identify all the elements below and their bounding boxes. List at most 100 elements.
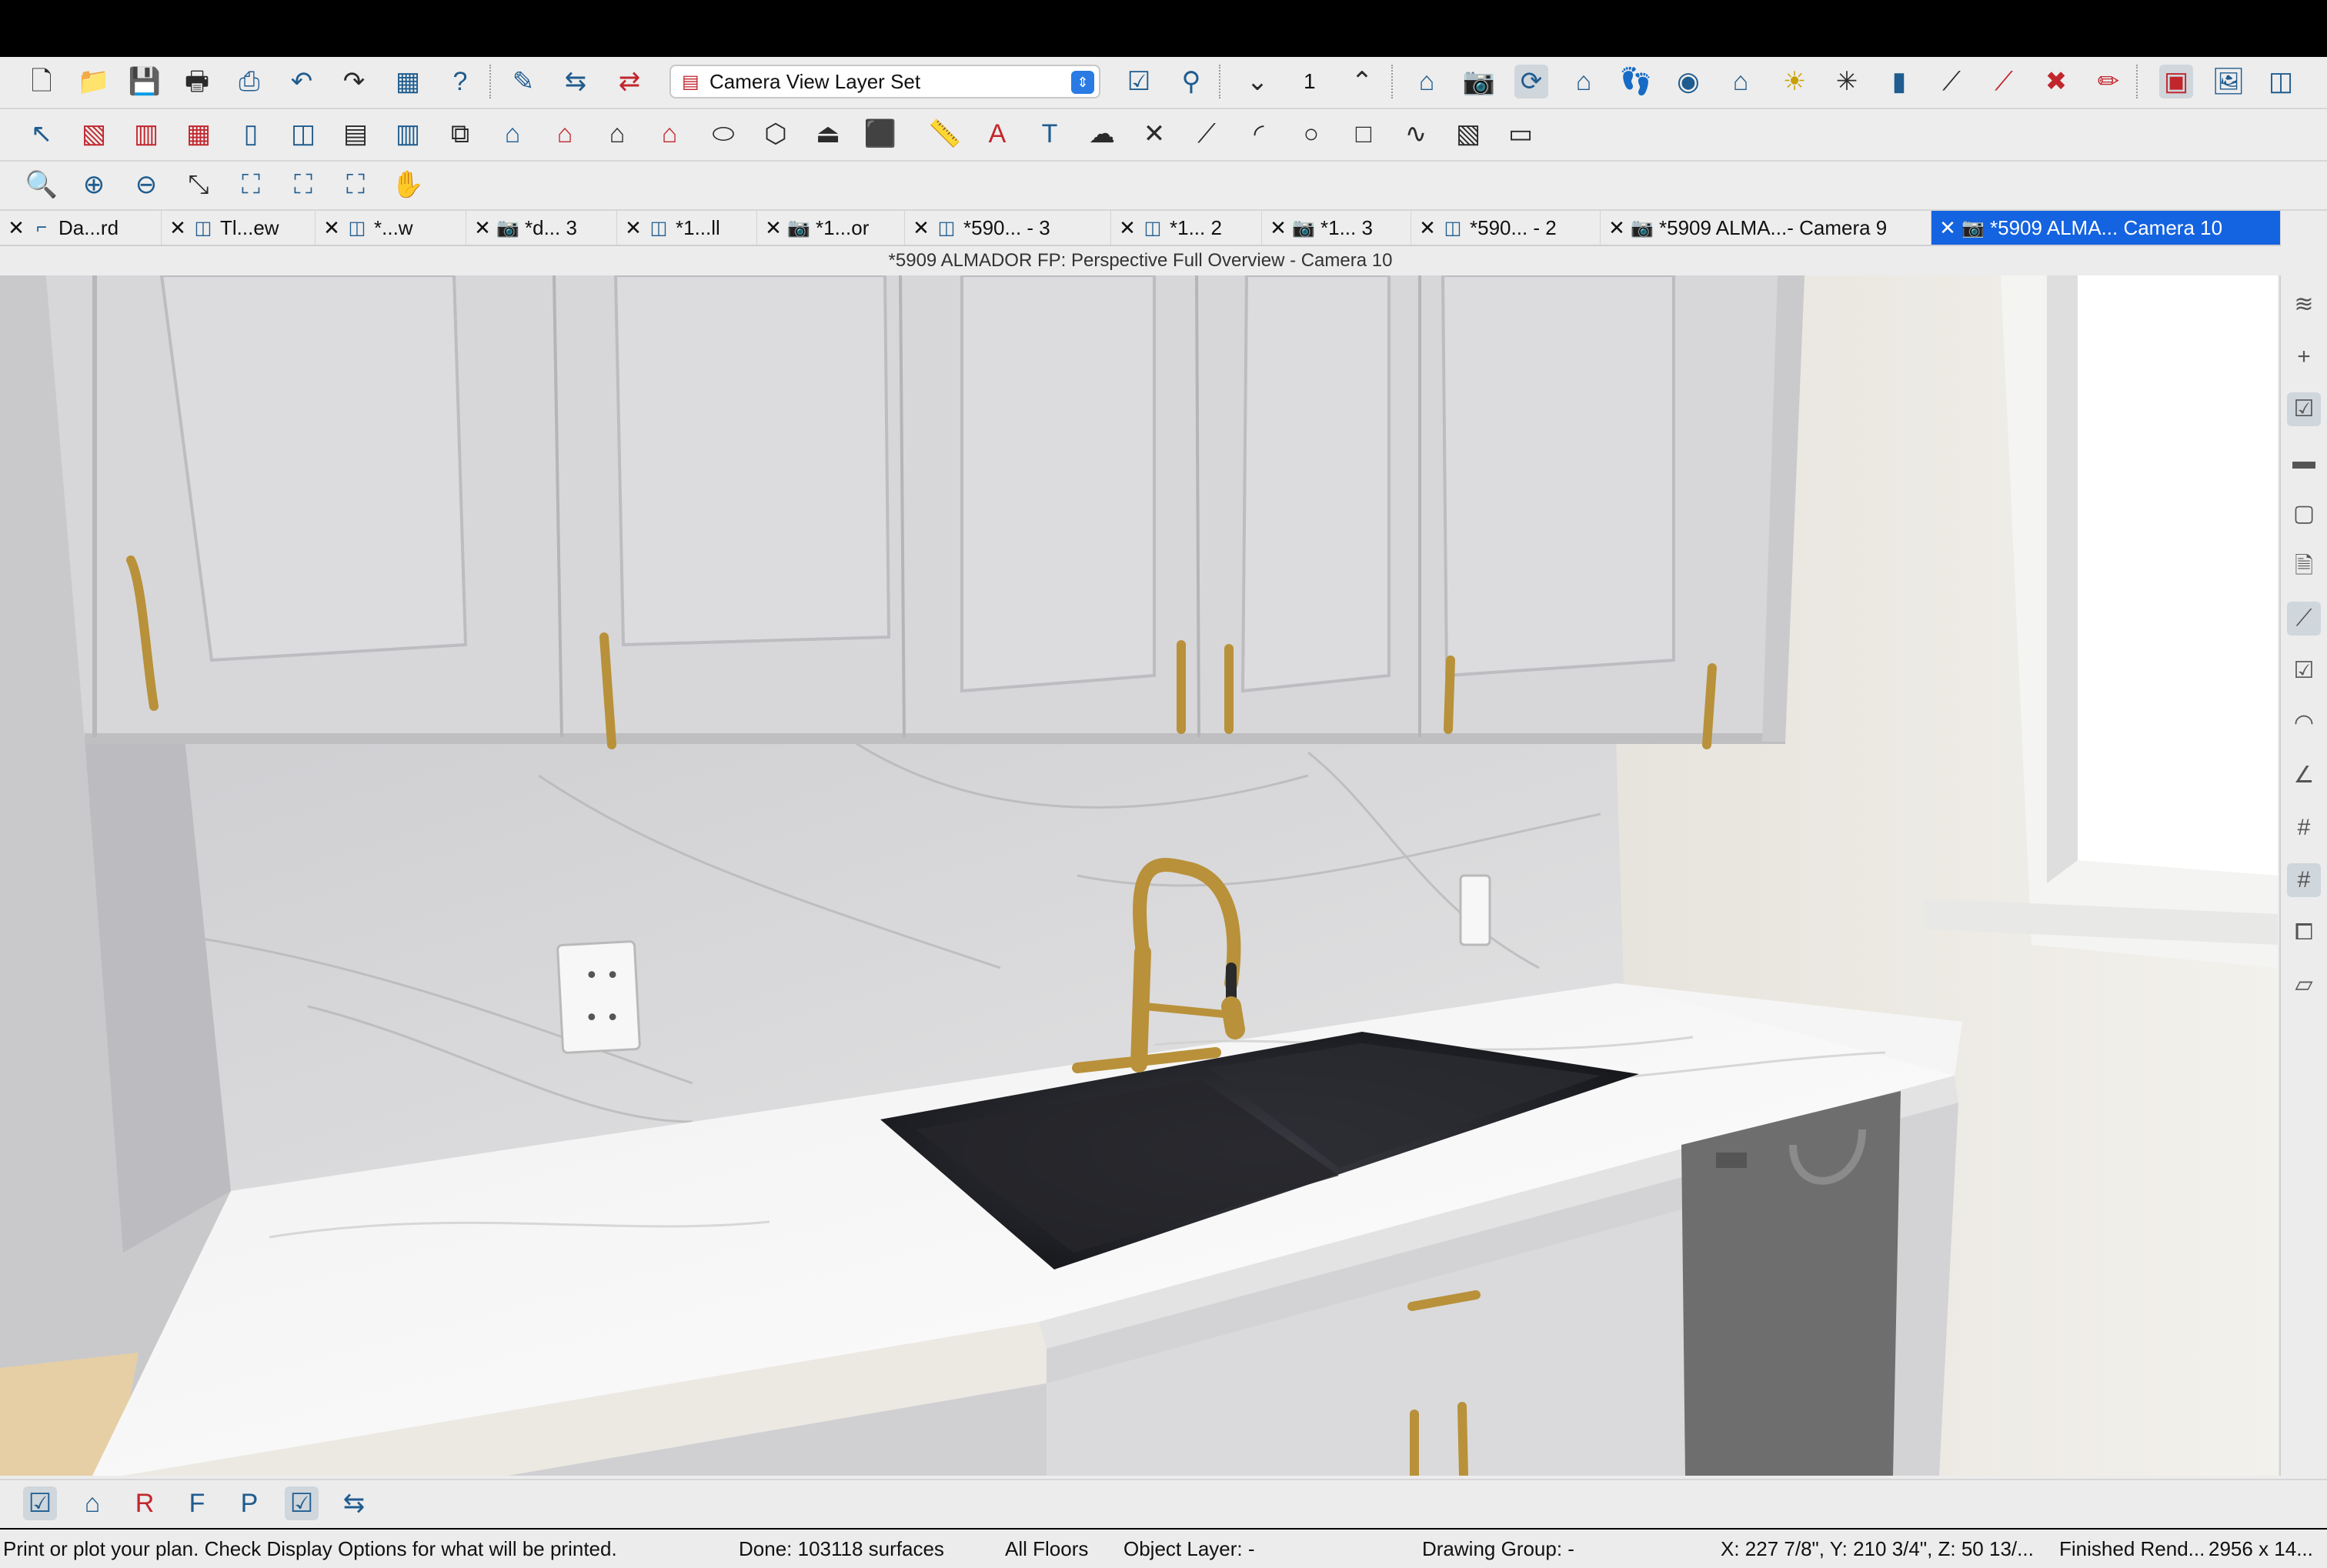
grid-icon[interactable]: # — [2287, 811, 2321, 845]
preferences-icon[interactable]: ▦ — [391, 65, 425, 98]
close-icon[interactable]: ✕ — [1936, 216, 1959, 240]
overview-icon[interactable]: ⌂ — [1567, 65, 1601, 98]
framing-icon[interactable]: ⌂ — [653, 117, 686, 151]
close-icon[interactable]: ✕ — [320, 216, 343, 240]
print-icon[interactable]: 🖶 — [180, 65, 214, 98]
object-snap-icon[interactable]: ⧠ — [2287, 916, 2321, 949]
window-tile-icon[interactable]: ◫ — [2264, 65, 2298, 98]
tab-plan[interactable]: ✕ ◫ *590... - 3 — [905, 211, 1111, 245]
close-icon[interactable]: ✕ — [1605, 216, 1628, 240]
building-icon[interactable]: ⌂ — [496, 117, 529, 151]
fill-window-icon[interactable]: ⛶ — [234, 168, 268, 202]
object-check-icon[interactable]: ☑ — [2287, 392, 2321, 426]
all-floors-check-icon[interactable]: ☑ — [285, 1486, 319, 1520]
spline-tool-icon[interactable]: ∿ — [1399, 117, 1433, 151]
page-search-icon[interactable]: 🗎 — [2287, 549, 2321, 583]
tab-plan[interactable]: ✕ ◫ *590... - 2 — [1411, 211, 1601, 245]
up-floor-icon[interactable]: ⌃ — [1345, 65, 1379, 98]
tab-dashboard[interactable]: ✕ ⌐ Da...rd — [0, 211, 162, 245]
close-icon[interactable]: ✕ — [1116, 216, 1139, 240]
cabinet-tool-icon[interactable]: ▦ — [182, 117, 215, 151]
tab-plan[interactable]: ✕ ◫ *1... 2 — [1111, 211, 1262, 245]
railing-tool-icon[interactable]: ▥ — [129, 117, 163, 151]
undo-zoom-icon[interactable]: ⤡ — [182, 168, 215, 202]
close-icon[interactable]: ✕ — [1267, 216, 1290, 240]
display-options-icon[interactable]: ☑ — [1122, 65, 1156, 98]
shape-icon[interactable]: ⬡ — [759, 117, 793, 151]
plus-icon[interactable]: + — [2287, 340, 2321, 374]
tab-plan[interactable]: ✕ ◫ *...w — [315, 211, 466, 245]
zoom-in-icon[interactable]: ⊕ — [77, 168, 111, 202]
wall-tool-icon[interactable]: ▧ — [77, 117, 111, 151]
tab-camera[interactable]: ✕ 📷 *1... 3 — [1262, 211, 1411, 245]
rectangle-tool-icon[interactable]: □ — [1347, 117, 1381, 151]
close-icon[interactable]: ✕ — [471, 216, 494, 240]
dormer-icon[interactable]: ⌂ — [600, 117, 634, 151]
down-floor-icon[interactable]: ⌄ — [1240, 65, 1274, 98]
select-arrow-icon[interactable]: ↖ — [25, 117, 58, 151]
send-view-icon[interactable]: ⇆ — [337, 1486, 371, 1520]
cad-block-icon[interactable]: ▭ — [1504, 117, 1537, 151]
text-tool-icon[interactable]: T — [1033, 117, 1067, 151]
angle-snap-icon[interactable]: ∠ — [2287, 759, 2321, 792]
close-icon[interactable]: ✕ — [622, 216, 645, 240]
plumbing-view-icon[interactable]: P — [232, 1486, 266, 1520]
cad-x-icon[interactable]: ✕ — [1137, 117, 1171, 151]
close-icon[interactable]: ✕ — [1416, 216, 1439, 240]
stairs-icon[interactable]: ⧉ — [443, 117, 477, 151]
tab-camera-9[interactable]: ✕ 📷 *5909 ALMA...- Camera 9 — [1601, 211, 1931, 245]
material-painter-icon[interactable]: ⟋ — [1987, 65, 2021, 98]
picture-tool-icon[interactable]: ▧ — [1451, 117, 1485, 151]
roof-icon[interactable]: ⌂ — [548, 117, 582, 151]
building-view-icon[interactable]: ⌂ — [75, 1486, 109, 1520]
close-icon[interactable]: ✕ — [166, 216, 189, 240]
render-mode-icon[interactable]: ▣ — [2159, 65, 2193, 98]
snap-check-icon[interactable]: ☑ — [2287, 654, 2321, 688]
close-icon[interactable]: ✕ — [910, 216, 933, 240]
ruler-check-icon[interactable]: ▱ — [2287, 968, 2321, 1002]
light-bulb-icon[interactable]: ☀ — [1778, 65, 1811, 98]
tab-camera[interactable]: ✕ 📷 *d... 3 — [466, 211, 617, 245]
slab-icon[interactable]: ⏏ — [811, 117, 845, 151]
material-icon[interactable]: ▮ — [1882, 65, 1916, 98]
help-icon[interactable]: ? — [443, 65, 477, 98]
solid-icon[interactable]: ⬛ — [863, 117, 897, 151]
sun-angle-icon[interactable]: ✳ — [1830, 65, 1864, 98]
layers-icon[interactable]: ≋ — [2287, 288, 2321, 322]
arc-tool-icon[interactable]: ◜ — [1242, 117, 1276, 151]
fill-window-building-icon[interactable]: ⛶ — [286, 168, 320, 202]
plan-view-check-icon[interactable]: ☑ — [23, 1486, 57, 1520]
layer-set-select[interactable]: ▤ Camera View Layer Set ⇕ — [669, 65, 1100, 98]
edit-icon[interactable]: ✎ — [506, 65, 540, 98]
orbit-camera-icon[interactable]: ⟳ — [1514, 65, 1548, 98]
frame-icon[interactable]: ▢ — [2287, 497, 2321, 531]
close-icon[interactable]: ✕ — [762, 216, 785, 240]
grid-snap-icon[interactable]: # — [2287, 863, 2321, 897]
zoom-out-icon[interactable]: ⊖ — [129, 168, 163, 202]
cabinet-icon[interactable]: ▥ — [391, 117, 425, 151]
redo-icon[interactable]: ↷ — [337, 65, 371, 98]
line-tool-icon[interactable]: ⟋ — [1190, 117, 1224, 151]
record-icon[interactable]: ◉ — [1671, 65, 1705, 98]
tab-plan[interactable]: ✕ ◫ *1...ll — [617, 211, 757, 245]
zoom-window-icon[interactable]: 🔍 — [25, 168, 58, 202]
delete-material-icon[interactable]: ✖ — [2039, 65, 2073, 98]
print-preview-icon[interactable]: ⎙ — [232, 65, 266, 98]
open-folder-icon[interactable]: 📁 — [77, 65, 111, 98]
arc-snap-icon[interactable]: ◠ — [2287, 706, 2321, 740]
send-to-layout-icon[interactable]: ⇄ — [613, 65, 646, 98]
dimension-check-icon[interactable]: ⟋ — [2287, 602, 2321, 636]
walkthrough-icon[interactable]: 👣 — [1619, 65, 1653, 98]
window-tool-icon[interactable]: ◫ — [286, 117, 320, 151]
tab-plan[interactable]: ✕ ◫ Tl...ew — [162, 211, 315, 245]
3d-render-viewport[interactable]: • • • • — [0, 275, 2278, 1476]
undo-icon[interactable]: ↶ — [285, 65, 319, 98]
text-style-icon[interactable]: A — [980, 117, 1014, 151]
pencil-icon[interactable]: ✏ — [2092, 65, 2125, 98]
tab-camera-10[interactable]: ✕ 📷 *5909 ALMA... Camera 10 — [1931, 211, 2281, 245]
framing-view-icon[interactable]: F — [180, 1486, 214, 1520]
house-outline-icon[interactable]: ⌂ — [1724, 65, 1758, 98]
library-icon[interactable]: ▤ — [339, 117, 372, 151]
pan-hand-icon[interactable]: ✋ — [391, 168, 425, 202]
cloud-icon[interactable]: ☁ — [1085, 117, 1119, 151]
